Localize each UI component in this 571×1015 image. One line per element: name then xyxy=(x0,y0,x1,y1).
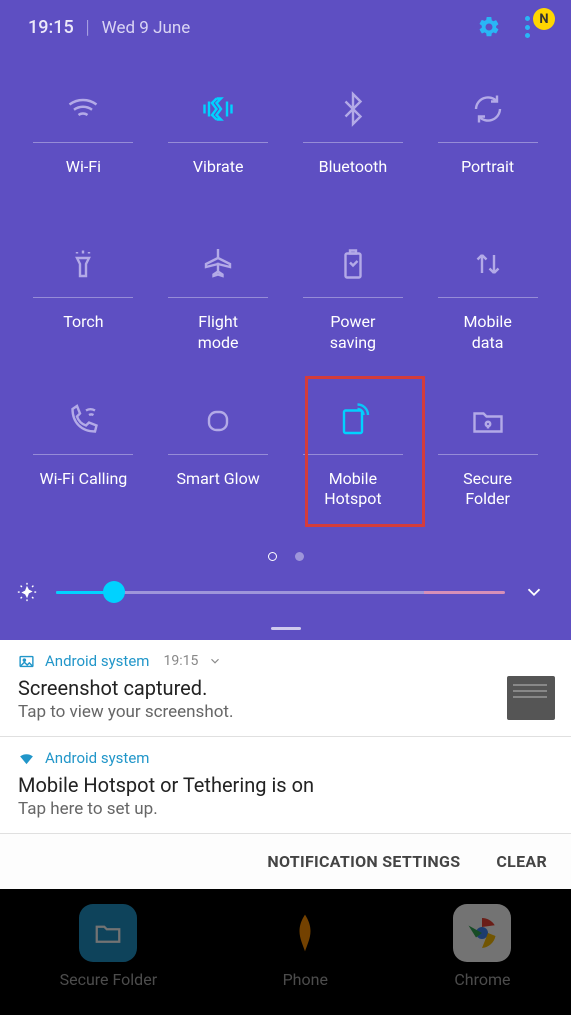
page-dot-1 xyxy=(268,552,277,561)
panel-drag-handle[interactable] xyxy=(0,627,571,640)
notification-time: 19:15 xyxy=(163,653,198,669)
secure-folder-app-icon xyxy=(79,904,137,962)
tile-torch[interactable]: Torch xyxy=(16,225,151,382)
chrome-app-icon xyxy=(453,904,511,962)
tile-secure-folder[interactable]: Secure Folder xyxy=(420,382,555,539)
bluetooth-icon xyxy=(335,88,371,130)
notification-actions: NOTIFICATION SETTINGS CLEAR xyxy=(0,834,571,889)
divider: | xyxy=(86,17,90,38)
tile-mobile-hotspot[interactable]: Mobile Hotspot xyxy=(286,382,421,539)
dock-label: Phone xyxy=(283,970,328,989)
tile-bluetooth[interactable]: Bluetooth xyxy=(286,70,421,225)
tile-label: Power saving xyxy=(330,312,376,354)
home-dock: Secure Folder Phone Chrome xyxy=(0,904,571,1015)
status-left: 19:15 | Wed 9 June xyxy=(28,17,190,38)
status-bar: 19:15 | Wed 9 June N xyxy=(0,0,571,50)
quick-settings-grid: Wi-Fi Vibrate Bluetooth Portrait Torch F… xyxy=(0,50,571,546)
page-indicator[interactable] xyxy=(0,546,571,571)
hotspot-icon xyxy=(335,400,371,442)
tile-wifi[interactable]: Wi-Fi xyxy=(16,70,151,225)
dock-phone[interactable]: Phone xyxy=(276,904,334,989)
tile-power-saving[interactable]: Power saving xyxy=(286,225,421,382)
chevron-down-icon[interactable] xyxy=(523,581,545,603)
notification-app: Android system xyxy=(45,652,149,670)
tile-label: Vibrate xyxy=(193,157,244,197)
wifi-small-icon xyxy=(18,750,35,767)
vibrate-icon xyxy=(200,88,236,130)
tile-label: Torch xyxy=(63,312,103,352)
tile-flight-mode[interactable]: Flight mode xyxy=(151,225,286,382)
brightness-icon xyxy=(16,581,38,603)
dock-chrome[interactable]: Chrome xyxy=(453,904,511,989)
notification-screenshot[interactable]: Android system 19:15 Screenshot captured… xyxy=(0,640,571,737)
smart-glow-icon xyxy=(200,400,236,442)
airplane-icon xyxy=(200,243,236,285)
phone-app-icon xyxy=(276,904,334,962)
more-dots-icon xyxy=(525,16,533,38)
secure-folder-icon xyxy=(470,400,506,442)
screenshot-thumbnail[interactable] xyxy=(507,676,555,720)
notification-header: Android system xyxy=(18,749,555,767)
notification-hotspot[interactable]: Android system Mobile Hotspot or Tetheri… xyxy=(0,737,571,834)
tile-mobile-data[interactable]: Mobile data xyxy=(420,225,555,382)
chevron-down-icon[interactable] xyxy=(208,654,222,668)
tile-wifi-calling[interactable]: Wi-Fi Calling xyxy=(16,382,151,539)
clear-button[interactable]: CLEAR xyxy=(496,852,547,871)
status-right: N xyxy=(477,14,549,40)
notification-badge: N xyxy=(533,8,555,30)
notification-header: Android system 19:15 xyxy=(18,652,555,670)
picture-icon xyxy=(18,653,35,670)
quick-settings-panel: 19:15 | Wed 9 June N Wi-Fi Vibrate Bluet… xyxy=(0,0,571,640)
tile-label: Bluetooth xyxy=(319,157,388,197)
tile-label: Wi-Fi Calling xyxy=(39,469,127,509)
battery-icon xyxy=(335,243,371,285)
brightness-row xyxy=(0,571,571,627)
tile-label: Mobile Hotspot xyxy=(324,469,381,511)
dock-label: Secure Folder xyxy=(60,970,158,989)
clock: 19:15 xyxy=(28,17,74,38)
overflow-menu-button[interactable]: N xyxy=(523,14,549,40)
notification-subtitle: Tap to view your screenshot. xyxy=(18,702,233,722)
tile-smart-glow[interactable]: Smart Glow xyxy=(151,382,286,539)
notification-app: Android system xyxy=(45,749,149,767)
rotate-icon xyxy=(470,88,506,130)
notification-list: Android system 19:15 Screenshot captured… xyxy=(0,640,571,889)
mobile-data-icon xyxy=(470,243,506,285)
settings-gear-icon[interactable] xyxy=(477,15,501,39)
notification-settings-button[interactable]: NOTIFICATION SETTINGS xyxy=(267,852,460,871)
notification-subtitle: Tap here to set up. xyxy=(18,799,314,819)
notification-title: Mobile Hotspot or Tethering is on xyxy=(18,773,314,797)
brightness-slider[interactable] xyxy=(56,591,505,594)
tile-label: Wi-Fi xyxy=(66,157,101,197)
tile-label: Portrait xyxy=(461,157,514,197)
page-dot-2 xyxy=(295,552,304,561)
tile-label: Smart Glow xyxy=(177,469,260,509)
tile-label: Mobile data xyxy=(463,312,511,354)
dock-label: Chrome xyxy=(454,970,510,989)
slider-thumb[interactable] xyxy=(103,581,125,603)
phone-wifi-icon xyxy=(65,400,101,442)
wifi-icon xyxy=(65,88,101,130)
date: Wed 9 June xyxy=(102,18,191,38)
tile-vibrate[interactable]: Vibrate xyxy=(151,70,286,225)
tile-label: Flight mode xyxy=(198,312,239,354)
tile-portrait[interactable]: Portrait xyxy=(420,70,555,225)
dock-secure-folder[interactable]: Secure Folder xyxy=(60,904,158,989)
notification-title: Screenshot captured. xyxy=(18,676,233,700)
tile-label: Secure Folder xyxy=(463,469,512,511)
torch-icon xyxy=(65,243,101,285)
